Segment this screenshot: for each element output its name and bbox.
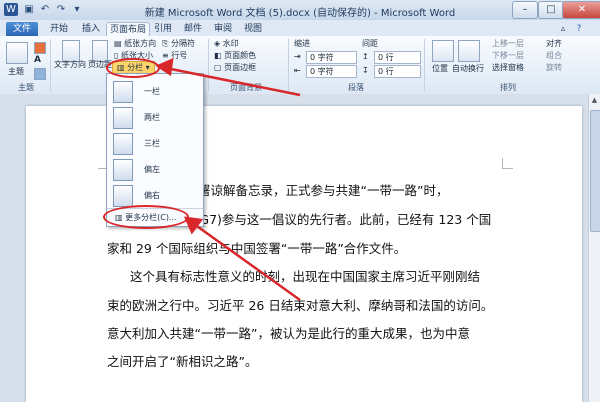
annotation-arrow-head: [183, 216, 204, 235]
annotation-arrow-line: [193, 222, 301, 302]
annotation-arrows: [155, 57, 301, 302]
annotation-arrow-line: [165, 66, 301, 97]
annotation-arrow-head: [155, 57, 174, 77]
